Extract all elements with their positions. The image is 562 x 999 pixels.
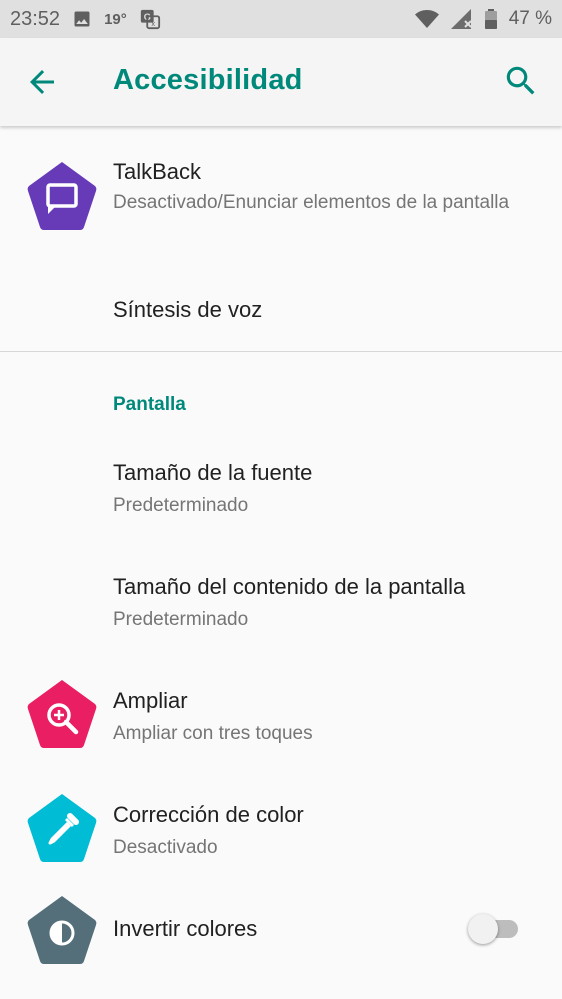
battery-icon [484,9,497,29]
status-time: 23:52 [10,7,61,30]
search-icon [506,66,535,95]
font-size-item[interactable]: Tamaño de la fuente Predeterminado [0,444,562,534]
talkback-item[interactable]: TalkBack Desactivado/Enunciar elementos … [0,146,562,256]
color-correction-subtitle: Desactivado [113,837,218,858]
battery-percentage: 47 % [508,8,552,29]
svg-text:x: x [151,19,155,28]
image-icon [74,11,90,27]
display-size-subtitle: Predeterminado [113,609,249,630]
signal-icon [450,9,472,29]
tts-item[interactable]: Síntesis de voz [0,276,562,346]
status-left: 23:52 19° G x [10,8,161,31]
invert-colors-title: Invertir colores [113,916,258,941]
magnify-title: Ampliar [113,688,188,713]
tts-title: Síntesis de voz [113,297,263,322]
magnify-subtitle: Ampliar con tres toques [113,723,313,744]
font-size-subtitle: Predeterminado [113,495,249,516]
talkback-subtitle: Desactivado/Enunciar elementos de la pan… [113,192,510,213]
invert-colors-toggle[interactable] [468,914,520,944]
toggle-thumb [468,914,498,944]
translate-icon: G x [140,9,160,30]
status-temperature: 19° [104,10,127,28]
status-right: 47 % [414,8,552,30]
eyedropper-icon [27,794,97,862]
color-correction-icon-wrap [26,792,98,864]
status-bar: 23:52 19° G x 47 % [0,0,562,38]
contrast-icon [27,896,97,964]
talkback-icon-wrap [26,160,98,232]
page-title: Accesibilidad [113,64,303,96]
invert-colors-icon-wrap [26,894,98,966]
arrow-back-icon [30,70,54,94]
search-button[interactable] [502,62,542,102]
display-size-title: Tamaño del contenido de la pantalla [113,574,466,599]
back-button[interactable] [24,64,64,100]
divider [0,351,562,352]
magnify-icon [27,680,97,748]
talkback-title: TalkBack [113,159,202,184]
settings-list: TalkBack Desactivado/Enunciar elementos … [0,126,562,999]
message-icon [27,162,97,230]
display-size-item[interactable]: Tamaño del contenido de la pantalla Pred… [0,558,562,648]
wifi-icon [414,10,439,28]
section-header-display: Pantalla [113,394,186,415]
magnify-item[interactable]: Ampliar Ampliar con tres toques [0,672,562,762]
color-correction-title: Corrección de color [113,802,304,827]
color-correction-item[interactable]: Corrección de color Desactivado [0,786,562,876]
invert-colors-item[interactable]: Invertir colores [0,890,562,980]
app-bar: Accesibilidad [0,38,562,126]
font-size-title: Tamaño de la fuente [113,460,313,485]
magnify-icon-wrap [26,678,98,750]
